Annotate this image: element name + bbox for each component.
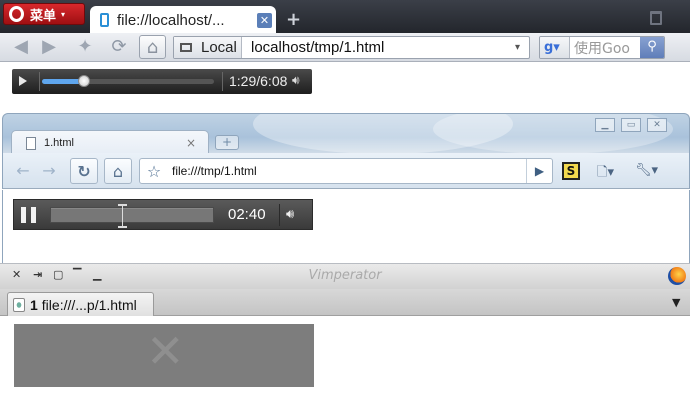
seek-bar[interactable] bbox=[42, 75, 214, 87]
chevron-down-icon[interactable]: ▾ bbox=[515, 42, 529, 53]
new-tab-button[interactable]: + bbox=[215, 135, 239, 150]
divider bbox=[39, 72, 40, 91]
page-icon bbox=[100, 13, 109, 27]
page-menu-icon[interactable]: 🗋▾ bbox=[597, 163, 614, 185]
go-arrow-icon[interactable]: ▶ bbox=[526, 159, 552, 183]
maximize-icon[interactable]: ▭ bbox=[621, 118, 641, 132]
search-placeholder[interactable]: 使用Goo bbox=[574, 38, 640, 58]
opera-tab-bar: 菜单 ▾ file://localhost/... ✕ + bbox=[0, 0, 690, 34]
reload-button[interactable]: ⟳ bbox=[106, 35, 132, 59]
time-readout: 02:40 bbox=[228, 206, 266, 223]
favicon-icon bbox=[13, 297, 25, 312]
omnibox[interactable]: ☆ file:///tmp/1.html ▶ bbox=[139, 158, 553, 184]
opera-logo-icon bbox=[9, 6, 24, 22]
search-field[interactable]: g▾ 使用Goo ⚲ bbox=[539, 36, 665, 59]
minimize-icon[interactable]: ▁ bbox=[595, 118, 615, 132]
pause-bar bbox=[31, 207, 36, 223]
chrome-page-content: 02:40 🔊︎ bbox=[2, 190, 690, 263]
speaker-icon[interactable]: 🔊︎ bbox=[286, 207, 294, 222]
extension-s-icon[interactable]: S bbox=[562, 162, 580, 180]
video-placeholder[interactable]: ✕ bbox=[14, 324, 314, 387]
seek-bar[interactable] bbox=[50, 204, 214, 228]
close-tab-icon[interactable]: × bbox=[186, 136, 196, 150]
chrome-tab-title: 1.html bbox=[44, 137, 74, 149]
divider bbox=[279, 204, 280, 226]
firefox-window: ✕ ⇥ ▢ ▔ ▁ Vimperator 1 file:///...p/1.ht… bbox=[0, 263, 690, 411]
firefox-title-bar: ✕ ⇥ ▢ ▔ ▁ Vimperator bbox=[0, 264, 690, 289]
chrome-title-bar: 1.html × + ▁ ▭ ✕ bbox=[2, 113, 690, 153]
home-button[interactable]: ⌂ bbox=[104, 158, 132, 184]
seek-handle[interactable] bbox=[118, 204, 128, 228]
address-bar[interactable]: Local localhost/tmp/1.html ▾ bbox=[173, 36, 530, 59]
chrome-video-controls: 02:40 🔊︎ bbox=[13, 199, 313, 230]
opera-window: 菜单 ▾ file://localhost/... ✕ + ◀ ▶ ✦ ⟳ ⌂ … bbox=[0, 0, 690, 113]
forward-button[interactable]: ▶ bbox=[36, 35, 62, 59]
window-title: Vimperator bbox=[308, 268, 382, 283]
opera-video-controls: 1:29/6:08 🔊︎ bbox=[12, 69, 312, 94]
opera-menu-label: 菜单 bbox=[30, 8, 57, 24]
firefox-logo-icon bbox=[668, 267, 686, 285]
broken-video-icon: ✕ bbox=[146, 324, 185, 378]
tab-number: 1 bbox=[30, 296, 38, 313]
monitor-icon bbox=[180, 43, 192, 52]
omnibox-url[interactable]: file:///tmp/1.html bbox=[172, 164, 526, 178]
star-icon[interactable]: ☆ bbox=[140, 162, 168, 181]
close-window-icon[interactable]: ✕ bbox=[647, 118, 667, 132]
chrome-tab-active[interactable]: 1.html × bbox=[11, 130, 209, 153]
wrench-icon[interactable]: 🔧︎▾ bbox=[635, 163, 658, 178]
opera-tab-active[interactable]: file://localhost/... ✕ bbox=[90, 6, 276, 34]
back-button[interactable]: ← bbox=[9, 158, 37, 184]
location-badge-label: Local bbox=[201, 39, 237, 56]
chevron-down-icon: ▾ bbox=[61, 9, 66, 19]
opera-toolbar: ◀ ▶ ✦ ⟳ ⌂ Local localhost/tmp/1.html ▾ g… bbox=[0, 33, 690, 62]
home-button[interactable]: ⌂ bbox=[139, 35, 166, 59]
close-tab-icon[interactable]: ✕ bbox=[257, 12, 272, 28]
forward-button[interactable]: → bbox=[35, 158, 63, 184]
pause-bar bbox=[21, 207, 26, 223]
document-icon bbox=[26, 136, 36, 150]
pause-icon[interactable] bbox=[21, 207, 37, 223]
speaker-icon[interactable]: 🔊︎ bbox=[292, 73, 300, 88]
time-readout: 1:29/6:08 bbox=[229, 73, 288, 89]
search-icon[interactable]: ⚲ bbox=[640, 37, 664, 58]
opera-tab-title: file://localhost/... bbox=[117, 11, 225, 29]
firefox-tab-title: file:///...p/1.html bbox=[41, 296, 137, 313]
new-tab-button[interactable]: + bbox=[286, 9, 301, 30]
reload-button[interactable]: ↻ bbox=[70, 158, 98, 184]
address-text[interactable]: localhost/tmp/1.html bbox=[251, 39, 515, 56]
opera-menu-button[interactable]: 菜单 ▾ bbox=[3, 3, 85, 25]
seek-handle[interactable] bbox=[77, 75, 90, 87]
trash-icon[interactable] bbox=[650, 11, 662, 25]
back-button[interactable]: ◀ bbox=[8, 35, 34, 59]
firefox-tab-bar: 1 file:///...p/1.html ▼ bbox=[0, 289, 690, 316]
location-badge[interactable]: Local bbox=[174, 37, 242, 58]
play-icon[interactable] bbox=[19, 76, 27, 86]
chrome-window: 1.html × + ▁ ▭ ✕ ← → ↻ ⌂ ☆ file:///tmp/1… bbox=[2, 113, 690, 263]
chrome-toolbar: ← → ↻ ⌂ ☆ file:///tmp/1.html ▶ S 🗋▾ 🔧︎▾ bbox=[2, 153, 690, 189]
fast-forward-icon[interactable]: ✦ bbox=[72, 35, 98, 59]
divider bbox=[222, 72, 223, 91]
all-tabs-dropdown-icon[interactable]: ▼ bbox=[672, 296, 680, 309]
google-icon[interactable]: g▾ bbox=[540, 37, 570, 58]
firefox-tab-active[interactable]: 1 file:///...p/1.html bbox=[7, 292, 154, 316]
